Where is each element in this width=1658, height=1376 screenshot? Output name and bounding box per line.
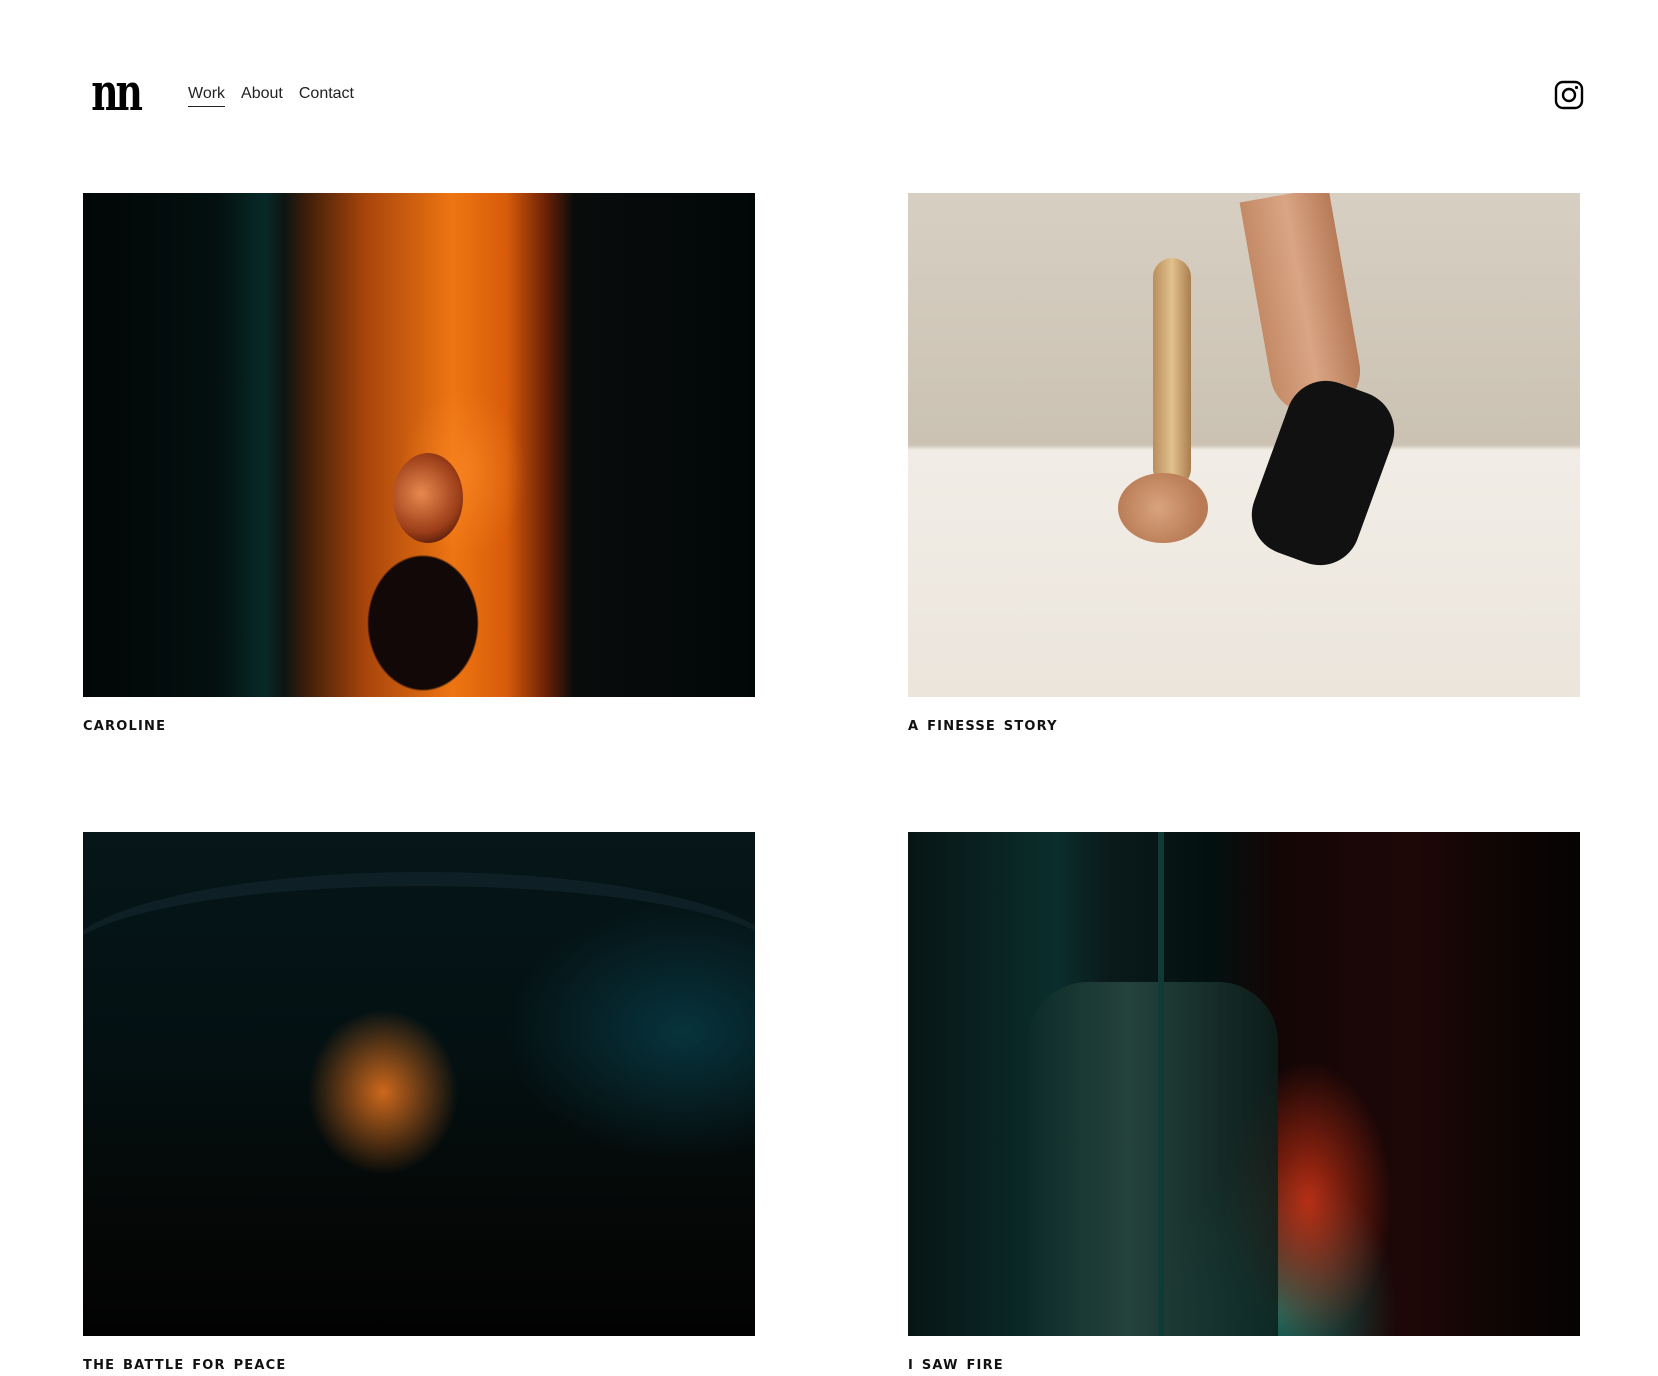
nav-item-about[interactable]: About: [241, 83, 283, 107]
fire-photo[interactable]: [908, 832, 1580, 1336]
logo-text: nn: [90, 61, 143, 123]
photo-hair: [1028, 982, 1278, 1336]
project-title[interactable]: caroline: [83, 711, 755, 737]
photo-head: [393, 453, 463, 543]
project-card[interactable]: the battle for peace: [83, 832, 755, 1376]
photo-body: [1240, 369, 1406, 577]
site-logo[interactable]: nn: [88, 61, 143, 123]
project-card[interactable]: caroline: [83, 193, 755, 737]
photo-car: [83, 872, 755, 1046]
project-card[interactable]: i saw fire: [908, 832, 1580, 1376]
site-header: nn Work About Contact: [0, 0, 1658, 150]
project-title[interactable]: i saw fire: [908, 1350, 1580, 1376]
project-title[interactable]: the battle for peace: [83, 1350, 755, 1376]
photo-glass: [1158, 832, 1164, 1336]
battle-photo[interactable]: [83, 832, 755, 1336]
photo-head: [1118, 473, 1208, 543]
caroline-photo[interactable]: [83, 193, 755, 697]
nav-item-contact[interactable]: Contact: [299, 83, 354, 107]
main-nav: Work About Contact: [188, 83, 354, 107]
nav-item-work[interactable]: Work: [188, 83, 226, 107]
finesse-photo[interactable]: [908, 193, 1580, 697]
project-card[interactable]: a finesse story: [908, 193, 1580, 737]
photo-hair: [1153, 258, 1191, 488]
instagram-icon[interactable]: [1554, 80, 1584, 110]
project-title[interactable]: a finesse story: [908, 711, 1580, 737]
